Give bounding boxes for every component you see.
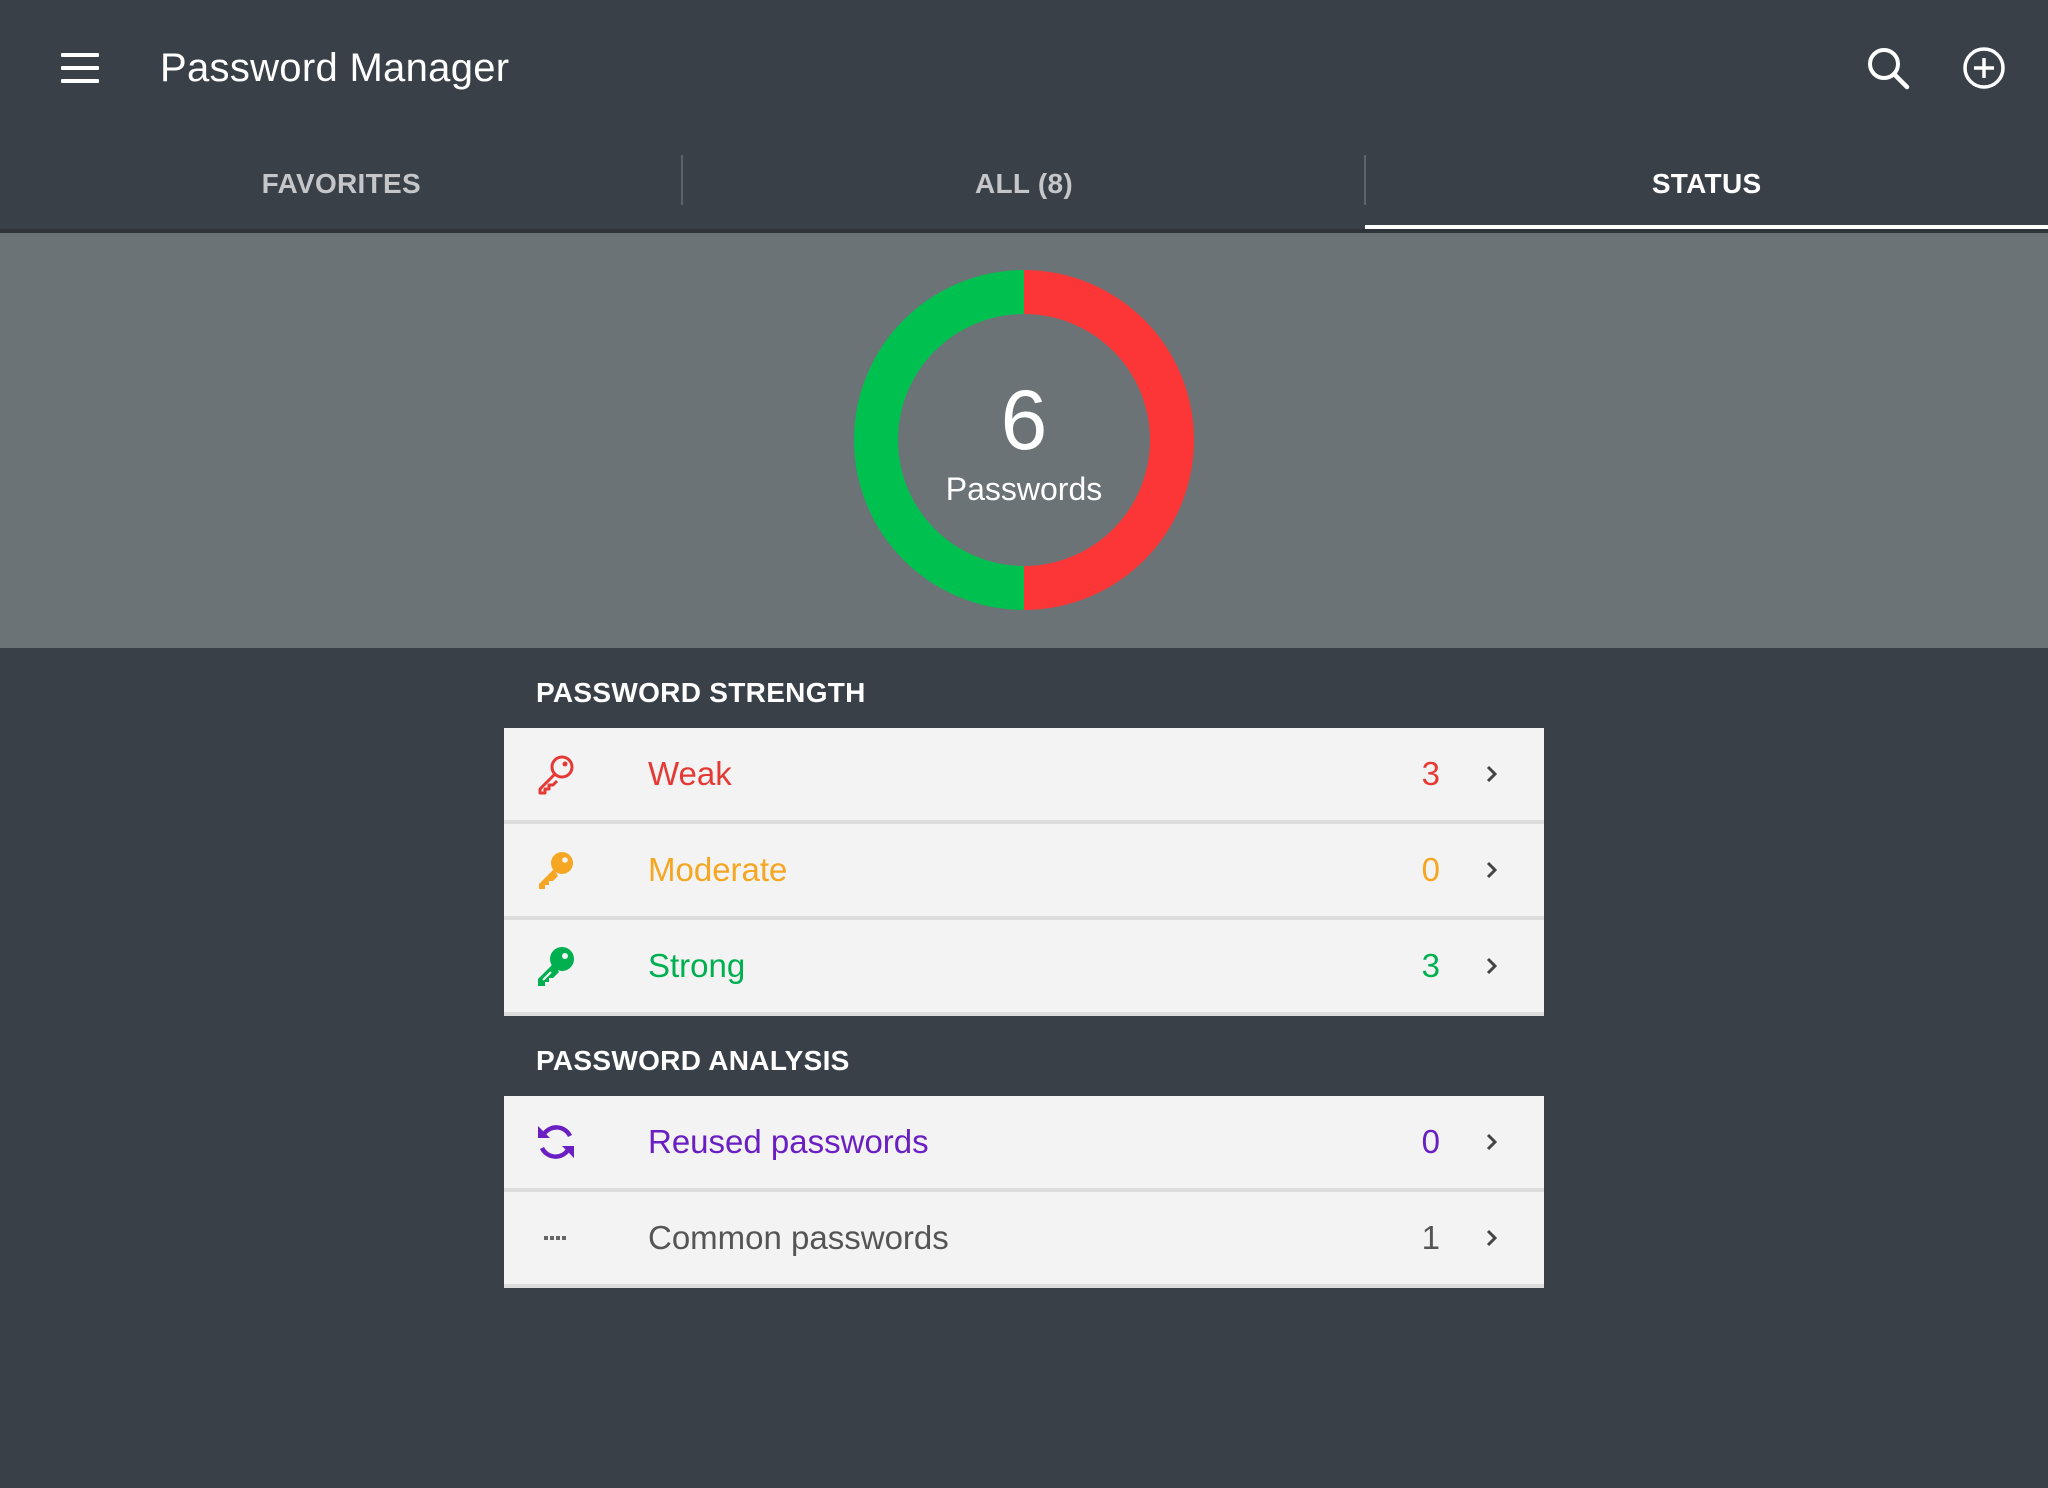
chevron-right-icon — [1486, 765, 1498, 783]
chevron-right-icon — [1486, 861, 1498, 879]
refresh-icon — [534, 1120, 578, 1164]
search-icon — [1868, 48, 1910, 90]
list-item-label: Common passwords — [648, 1219, 949, 1256]
list-item-label: Weak — [648, 755, 732, 792]
tab-status[interactable]: STATUS — [1365, 135, 2048, 233]
strength-card: Weak 3 Moderate 0 Strong 3 — [504, 728, 1544, 1016]
chevron-right-icon — [1486, 1133, 1498, 1151]
tab-all[interactable]: ALL (8) — [683, 135, 1366, 233]
list-item-count: 3 — [1421, 947, 1440, 984]
hamburger-menu-icon — [61, 53, 99, 57]
key-filled-icon — [534, 944, 578, 988]
key-icon — [534, 848, 578, 892]
search-button[interactable] — [1860, 40, 1916, 96]
list-item-label: Reused passwords — [648, 1123, 929, 1160]
list-item-count: 0 — [1421, 1123, 1440, 1160]
password-dots-icon — [534, 1216, 578, 1260]
section-header-analysis: PASSWORD ANALYSIS — [536, 1045, 850, 1076]
list-item-label: Strong — [648, 947, 746, 984]
tab-divider — [1364, 155, 1366, 205]
list-item-common-passwords[interactable]: Common passwords 1 — [504, 1192, 1544, 1288]
list-item-count: 3 — [1421, 755, 1440, 792]
section-header-strength: PASSWORD STRENGTH — [536, 677, 866, 708]
status-summary: 6 Passwords — [0, 233, 2048, 648]
password-count: 6 — [1000, 373, 1048, 467]
menu-button[interactable] — [56, 44, 104, 92]
key-outline-icon — [534, 752, 578, 796]
tab-divider — [681, 155, 683, 205]
app-bar: Password Manager — [0, 0, 2048, 135]
chevron-right-icon — [1486, 1229, 1498, 1247]
list-item-strong[interactable]: Strong 3 — [504, 920, 1544, 1016]
analysis-card: Reused passwords 0 Common passwords 1 — [504, 1096, 1544, 1288]
chevron-right-icon — [1486, 957, 1498, 975]
add-circle-icon — [1963, 47, 2005, 89]
app-title: Password Manager — [160, 46, 510, 90]
list-item-weak[interactable]: Weak 3 — [504, 728, 1544, 824]
list-item-moderate[interactable]: Moderate 0 — [504, 824, 1544, 920]
list-item-label: Moderate — [648, 851, 788, 888]
list-item-count: 1 — [1421, 1219, 1440, 1256]
password-count-label: Passwords — [945, 471, 1103, 507]
password-donut-chart: 6 Passwords — [854, 270, 1194, 610]
add-button[interactable] — [1956, 40, 2012, 96]
tab-bar: FAVORITES ALL (8) STATUS — [0, 135, 2048, 233]
list-item-reused-passwords[interactable]: Reused passwords 0 — [504, 1096, 1544, 1192]
list-item-count: 0 — [1421, 851, 1440, 888]
tab-favorites[interactable]: FAVORITES — [0, 135, 683, 233]
